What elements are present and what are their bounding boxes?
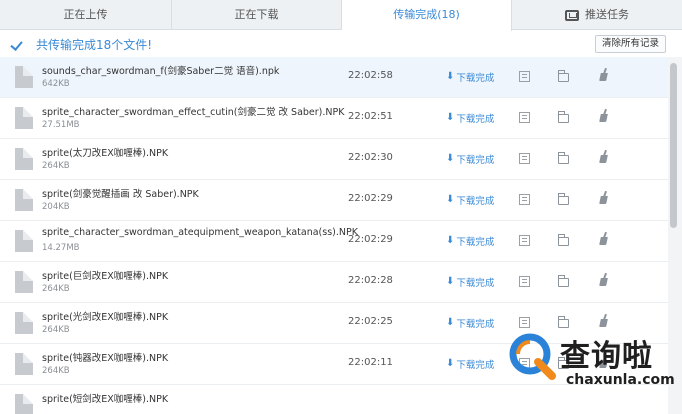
- file-size: 264KB: [42, 366, 70, 376]
- status-badge: ⬇ 下载完成: [446, 70, 495, 85]
- status-text: 下载完成: [456, 196, 495, 207]
- file-size: 264KB: [42, 284, 70, 294]
- status-badge: ⬇ 下载完成: [446, 316, 495, 331]
- status-badge: ⬇ 下载完成: [446, 193, 495, 208]
- broom-icon[interactable]: [597, 109, 609, 123]
- folder-icon[interactable]: [558, 111, 569, 123]
- watermark-logo-icon: [509, 333, 556, 380]
- file-size: 27.51MB: [42, 120, 80, 130]
- file-size: 14.27MB: [42, 243, 80, 253]
- file-icon: [15, 394, 33, 414]
- tab-push-tasks[interactable]: 推送任务: [512, 0, 682, 30]
- watermark: 查询啦 chaxunla.com: [502, 326, 682, 414]
- status-badge: ⬇ 下载完成: [446, 152, 495, 167]
- status-badge: ⬇ 下载完成: [446, 111, 495, 126]
- status-text: 下载完成: [456, 155, 495, 166]
- file-name: sprite(太刀改EX咖喱棒).NPK: [42, 148, 169, 159]
- status-badge: ⬇ 下载完成: [446, 357, 495, 372]
- tab-completed[interactable]: 传输完成(18): [342, 0, 512, 31]
- file-time: 22:02:29: [348, 234, 393, 245]
- file-name: sounds_char_swordman_f(剑豪Saber二觉 语音).npk: [42, 66, 280, 77]
- download-arrow-icon: ⬇: [446, 112, 455, 123]
- file-time: 22:02:51: [348, 111, 393, 122]
- folder-icon[interactable]: [558, 275, 569, 287]
- status-text: 下载完成: [456, 360, 495, 371]
- download-arrow-icon: ⬇: [446, 276, 455, 287]
- broom-icon[interactable]: [597, 232, 609, 246]
- list-item[interactable]: sounds_char_swordman_f(剑豪Saber二觉 语音).npk…: [0, 57, 668, 98]
- file-icon: [15, 189, 33, 211]
- status-badge: ⬇ 下载完成: [446, 275, 495, 290]
- file-name: sprite(钝器改EX咖喱棒).NPK: [42, 353, 169, 364]
- document-icon[interactable]: [519, 194, 530, 205]
- summary-bar: 共传输完成18个文件! 清除所有记录: [0, 31, 682, 57]
- summary-text: 共传输完成18个文件!: [36, 37, 153, 52]
- file-time: 22:02:11: [348, 357, 393, 368]
- broom-icon[interactable]: [597, 191, 609, 205]
- broom-icon[interactable]: [597, 273, 609, 287]
- file-size: 642KB: [42, 79, 70, 89]
- tab-push-tasks-label: 推送任务: [585, 8, 629, 21]
- status-text: 下载完成: [456, 319, 495, 330]
- check-icon: [12, 39, 26, 49]
- download-arrow-icon: ⬇: [446, 153, 455, 164]
- scrollbar-thumb[interactable]: [670, 63, 677, 228]
- status-text: 下载完成: [456, 237, 495, 248]
- file-size: 204KB: [42, 202, 70, 212]
- document-icon[interactable]: [519, 71, 530, 82]
- broom-icon[interactable]: [597, 150, 609, 164]
- file-name: sprite_character_swordman_effect_cutin(剑…: [42, 107, 345, 118]
- tab-uploading[interactable]: 正在上传: [0, 0, 172, 30]
- file-icon: [15, 230, 33, 252]
- folder-icon[interactable]: [558, 70, 569, 82]
- folder-icon[interactable]: [558, 152, 569, 164]
- document-icon[interactable]: [519, 235, 530, 246]
- file-name: sprite(短剑改EX咖喱棒).NPK: [42, 394, 169, 405]
- download-arrow-icon: ⬇: [446, 317, 455, 328]
- list-item[interactable]: sprite_character_swordman_effect_cutin(剑…: [0, 98, 668, 139]
- download-arrow-icon: ⬇: [446, 235, 455, 246]
- file-icon: [15, 107, 33, 129]
- file-name: sprite(剑豪觉醒插画 改 Saber).NPK: [42, 189, 199, 200]
- clear-all-records-button[interactable]: 清除所有记录: [594, 35, 666, 53]
- file-size: 264KB: [42, 325, 70, 335]
- file-time: 22:02:30: [348, 152, 393, 163]
- file-time: 22:02:58: [348, 70, 393, 81]
- push-task-icon: [565, 9, 579, 21]
- download-arrow-icon: ⬇: [446, 71, 455, 82]
- document-icon[interactable]: [519, 276, 530, 287]
- file-name: sprite(光剑改EX咖喱棒).NPK: [42, 312, 169, 323]
- broom-icon[interactable]: [597, 68, 609, 82]
- file-icon: [15, 312, 33, 334]
- file-size: 264KB: [42, 161, 70, 171]
- file-name: sprite(巨剑改EX咖喱棒).NPK: [42, 271, 169, 282]
- file-icon: [15, 271, 33, 293]
- watermark-text: 查询啦: [560, 339, 653, 374]
- document-icon[interactable]: [519, 112, 530, 123]
- file-time: 22:02:28: [348, 275, 393, 286]
- folder-icon[interactable]: [558, 193, 569, 205]
- list-item[interactable]: sprite(太刀改EX咖喱棒).NPK 264KB 22:02:30 ⬇ 下载完…: [0, 139, 668, 180]
- tab-downloading[interactable]: 正在下载: [172, 0, 342, 30]
- file-name: sprite_character_swordman_atequipment_we…: [42, 227, 358, 238]
- list-item[interactable]: sprite_character_swordman_atequipment_we…: [0, 221, 668, 262]
- folder-icon[interactable]: [558, 234, 569, 246]
- download-arrow-icon: ⬇: [446, 194, 455, 205]
- status-badge: ⬇ 下载完成: [446, 234, 495, 249]
- status-text: 下载完成: [456, 278, 495, 289]
- list-item[interactable]: sprite(巨剑改EX咖喱棒).NPK 264KB 22:02:28 ⬇ 下载完…: [0, 262, 668, 303]
- tab-bar: 正在上传 正在下载 传输完成(18) 推送任务: [0, 0, 682, 31]
- file-icon: [15, 66, 33, 88]
- status-text: 下载完成: [456, 73, 495, 84]
- watermark-url: chaxunla.com: [566, 372, 675, 388]
- list-item[interactable]: sprite(剑豪觉醒插画 改 Saber).NPK 204KB 22:02:2…: [0, 180, 668, 221]
- status-text: 下载完成: [456, 114, 495, 125]
- file-icon: [15, 148, 33, 170]
- document-icon[interactable]: [519, 153, 530, 164]
- file-time: 22:02:25: [348, 316, 393, 327]
- file-time: 22:02:29: [348, 193, 393, 204]
- file-icon: [15, 353, 33, 375]
- download-arrow-icon: ⬇: [446, 358, 455, 369]
